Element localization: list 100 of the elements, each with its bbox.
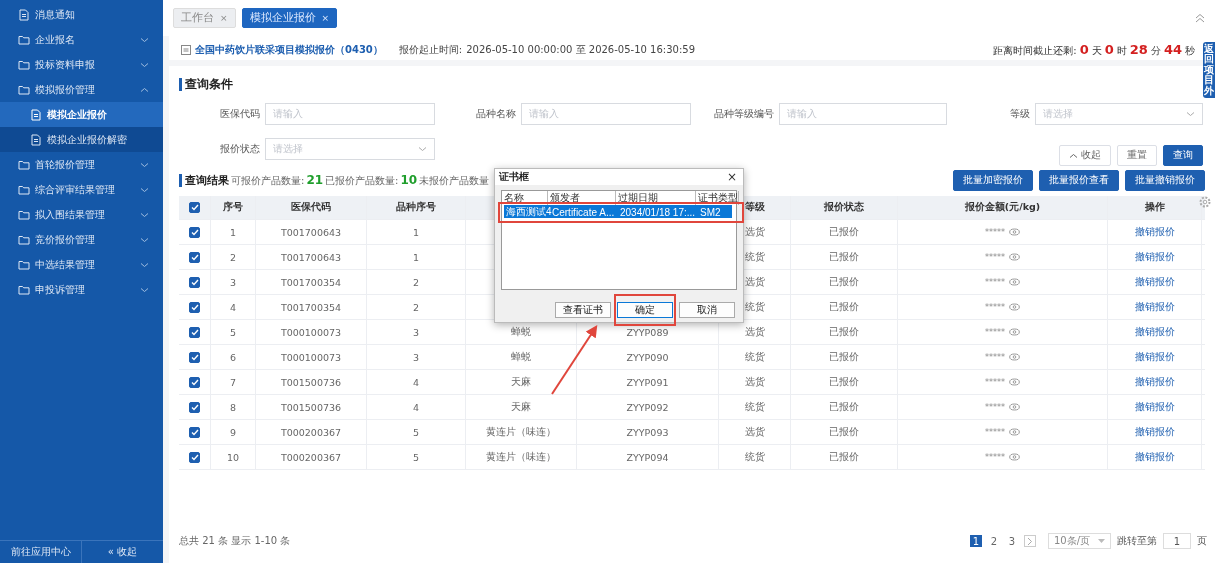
table-cell: ZYYP090 [626, 351, 669, 363]
checkbox[interactable] [189, 401, 200, 413]
checkbox[interactable] [189, 426, 200, 438]
dialog-button[interactable]: 确定 [617, 302, 673, 318]
column-header: 报价状态 [824, 201, 864, 214]
page-size-select[interactable]: 10条/页 [1047, 533, 1111, 549]
sidebar-item[interactable]: 消息通知 [0, 2, 163, 27]
table-cell: ZYYP089 [626, 326, 669, 338]
checkbox[interactable] [189, 301, 200, 313]
revoke-link[interactable]: 撤销报价 [1134, 350, 1175, 364]
column-header: 操作 [1144, 201, 1165, 214]
chevron-down-icon [140, 186, 149, 193]
tab[interactable]: 工作台 × [173, 8, 236, 28]
collapse-button[interactable]: 收起 [1059, 145, 1111, 166]
folder-icon [18, 208, 30, 221]
checkbox[interactable] [189, 451, 200, 463]
table-cell: ZYYP093 [626, 426, 669, 438]
pagination-summary: 总共 21 条 显示 1-10 条 [179, 534, 291, 548]
checkbox[interactable] [189, 251, 200, 263]
chevron-down-icon [140, 261, 149, 268]
collapse-button[interactable]: « 收起 [81, 541, 163, 563]
revoke-link[interactable]: 撤销报价 [1134, 375, 1175, 389]
chevron-down-icon [140, 286, 149, 293]
page-button[interactable]: 1 [969, 535, 982, 547]
page-input[interactable]: 1 [1163, 533, 1191, 549]
sidebar-item[interactable]: 模拟企业报价解密 [0, 127, 163, 152]
tab[interactable]: 模拟企业报价 × [241, 8, 338, 28]
page-button[interactable]: 2 [987, 535, 1000, 547]
table-cell: T001700354 [280, 301, 342, 313]
sidebar-item[interactable]: 竞价报价管理 [0, 227, 163, 252]
table-cell: T001500736 [280, 401, 342, 413]
revoke-link[interactable]: 撤销报价 [1134, 400, 1175, 414]
sidebar-item[interactable]: 模拟报价管理 [0, 77, 163, 102]
batch-button[interactable]: 批量撤销报价 [1125, 169, 1205, 191]
folder-icon [18, 33, 30, 46]
reset-button[interactable]: 重置 [1117, 145, 1157, 166]
revoke-link[interactable]: 撤销报价 [1134, 225, 1175, 239]
table-cell: 已报价 [829, 375, 859, 389]
close-button[interactable]: × [726, 170, 737, 184]
table-cell: 已报价 [829, 450, 859, 464]
field-label: 等级 [1010, 107, 1030, 121]
project-title: 全国中药饮片联采项目模拟报价（0430） [195, 43, 383, 57]
checkbox[interactable] [189, 202, 200, 213]
revoke-link[interactable]: 撤销报价 [1134, 425, 1175, 439]
checkbox[interactable] [189, 376, 200, 388]
dialog-button[interactable]: 取消 [679, 302, 735, 318]
table-cell: 选货 [744, 375, 765, 389]
revoke-link[interactable]: 撤销报价 [1134, 250, 1175, 264]
sidebar-item[interactable]: 综合评审结果管理 [0, 177, 163, 202]
checkbox[interactable] [189, 226, 200, 238]
masked-price: ***** [985, 402, 1005, 412]
certificate-row[interactable]: 海西测试4Certificate A... 2034/01/18 17:... SM2 [504, 205, 732, 218]
masked-price: ***** [985, 277, 1005, 287]
table-cell: 统货 [744, 300, 765, 314]
chevron-down-icon [140, 211, 149, 218]
masked-price: ***** [985, 352, 1005, 362]
masked-price: ***** [985, 227, 1005, 237]
checkbox[interactable] [189, 276, 200, 288]
countdown-unit: 时 [1116, 44, 1127, 58]
checkbox[interactable] [189, 326, 200, 338]
revoke-link[interactable]: 撤销报价 [1134, 450, 1175, 464]
table-cell: 5 [412, 426, 419, 438]
sidebar-item[interactable]: 模拟企业报价 [0, 102, 163, 127]
table-cell: 统货 [744, 400, 765, 414]
sidebar-item[interactable]: 中选结果管理 [0, 252, 163, 277]
table-cell: 选货 [744, 275, 765, 289]
revoke-link[interactable]: 撤销报价 [1134, 275, 1175, 289]
countdown-number: 0 [1104, 42, 1114, 57]
sidebar-item[interactable]: 拟入围结果管理 [0, 202, 163, 227]
batch-button[interactable]: 批量加密报价 [953, 169, 1033, 191]
table-cell: ZYYP094 [626, 451, 669, 463]
return-project-tab[interactable]: 返回项目外 [1203, 42, 1215, 99]
sidebar-item[interactable]: 投标资料申报 [0, 52, 163, 77]
folder-icon [18, 158, 30, 171]
revoke-link[interactable]: 撤销报价 [1134, 325, 1175, 339]
caret-down-icon [1098, 539, 1105, 543]
table-cell: 7 [229, 376, 236, 388]
search-button[interactable]: 查询 [1163, 145, 1203, 166]
sidebar-item[interactable]: 首轮报价管理 [0, 152, 163, 177]
page-button[interactable]: 3 [1005, 535, 1018, 547]
double-chevron-up-icon [1195, 13, 1205, 23]
revoke-link[interactable]: 撤销报价 [1134, 300, 1175, 314]
folder-icon [18, 183, 30, 196]
dialog-title: 证书框 [499, 170, 529, 184]
table-cell: 选货 [744, 425, 765, 439]
batch-button[interactable]: 批量报价查看 [1039, 169, 1119, 191]
countdown-unit: 秒 [1185, 44, 1195, 58]
checkbox[interactable] [189, 351, 200, 363]
table-cell: 已报价 [829, 425, 859, 439]
masked-price: ***** [985, 327, 1005, 337]
sidebar-item[interactable]: 企业报名 [0, 27, 163, 52]
app-center-button[interactable]: 前往应用中心 [0, 541, 81, 563]
sidebar-item[interactable]: 申投诉管理 [0, 277, 163, 302]
table-cell: 4 [229, 301, 236, 313]
table-cell: 已报价 [829, 325, 859, 339]
stat-value: 21 [306, 172, 324, 187]
table-cell: T001700643 [280, 251, 342, 263]
table-cell: ZYYP091 [626, 376, 669, 388]
dialog-button[interactable]: 查看证书 [555, 302, 611, 318]
eye-icon [1009, 253, 1020, 261]
